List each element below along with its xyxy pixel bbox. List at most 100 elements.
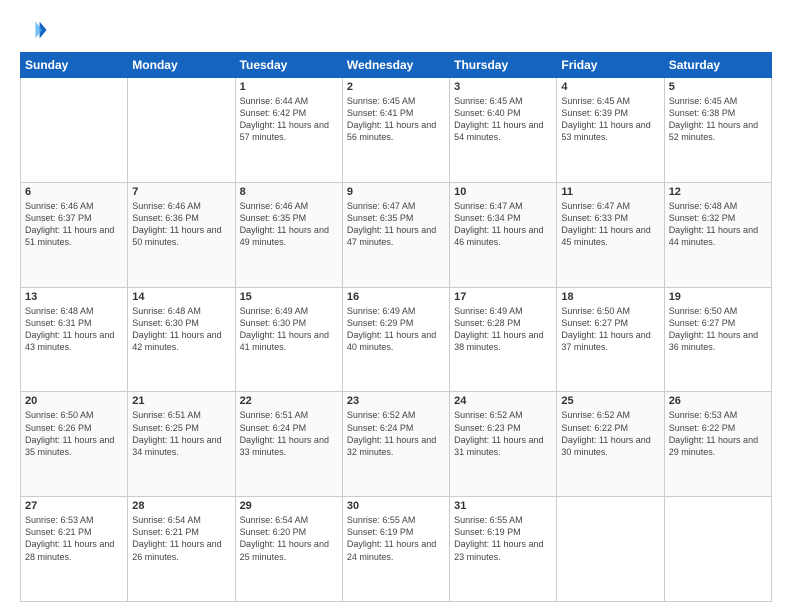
day-number: 21	[132, 395, 230, 407]
calendar-cell: 25 Sunrise: 6:52 AM Sunset: 6:22 PM Dayli…	[557, 392, 664, 497]
day-info: Sunrise: 6:46 AM Sunset: 6:37 PM Dayligh…	[25, 200, 123, 249]
weekday-header-row: SundayMondayTuesdayWednesdayThursdayFrid…	[21, 53, 772, 78]
calendar-cell	[557, 497, 664, 602]
day-info: Sunrise: 6:46 AM Sunset: 6:36 PM Dayligh…	[132, 200, 230, 249]
day-info: Sunrise: 6:54 AM Sunset: 6:21 PM Dayligh…	[132, 514, 230, 563]
day-info: Sunrise: 6:48 AM Sunset: 6:31 PM Dayligh…	[25, 305, 123, 354]
day-number: 18	[561, 291, 659, 303]
day-info: Sunrise: 6:53 AM Sunset: 6:21 PM Dayligh…	[25, 514, 123, 563]
day-info: Sunrise: 6:45 AM Sunset: 6:38 PM Dayligh…	[669, 95, 767, 144]
week-row-3: 13Sunrise: 6:48 AM Sunset: 6:31 PM Dayli…	[21, 287, 772, 392]
day-info: Sunrise: 6:50 AM Sunset: 6:27 PM Dayligh…	[669, 305, 767, 354]
calendar-table: SundayMondayTuesdayWednesdayThursdayFrid…	[20, 52, 772, 602]
calendar-cell: 8 Sunrise: 6:46 AM Sunset: 6:35 PM Daylig…	[235, 182, 342, 287]
calendar-cell: 22 Sunrise: 6:51 AM Sunset: 6:24 PM Dayli…	[235, 392, 342, 497]
day-info: Sunrise: 6:49 AM Sunset: 6:29 PM Dayligh…	[347, 305, 445, 354]
day-info: Sunrise: 6:45 AM Sunset: 6:39 PM Dayligh…	[561, 95, 659, 144]
calendar-cell: 18 Sunrise: 6:50 AM Sunset: 6:27 PM Dayli…	[557, 287, 664, 392]
calendar-cell: 14Sunrise: 6:48 AM Sunset: 6:30 PM Dayli…	[128, 287, 235, 392]
calendar-cell: 4 Sunrise: 6:45 AM Sunset: 6:39 PM Daylig…	[557, 78, 664, 183]
day-info: Sunrise: 6:47 AM Sunset: 6:34 PM Dayligh…	[454, 200, 552, 249]
day-number: 22	[240, 395, 338, 407]
day-info: Sunrise: 6:49 AM Sunset: 6:30 PM Dayligh…	[240, 305, 338, 354]
day-info: Sunrise: 6:51 AM Sunset: 6:24 PM Dayligh…	[240, 409, 338, 458]
day-number: 26	[669, 395, 767, 407]
day-info: Sunrise: 6:52 AM Sunset: 6:24 PM Dayligh…	[347, 409, 445, 458]
day-info: Sunrise: 6:55 AM Sunset: 6:19 PM Dayligh…	[347, 514, 445, 563]
calendar-cell	[664, 497, 771, 602]
calendar-cell: 6 Sunrise: 6:46 AM Sunset: 6:37 PM Daylig…	[21, 182, 128, 287]
header	[20, 16, 772, 44]
calendar-cell: 21 Sunrise: 6:51 AM Sunset: 6:25 PM Dayli…	[128, 392, 235, 497]
calendar-cell: 1 Sunrise: 6:44 AM Sunset: 6:42 PM Daylig…	[235, 78, 342, 183]
calendar-cell: 10 Sunrise: 6:47 AM Sunset: 6:34 PM Dayli…	[450, 182, 557, 287]
day-number: 31	[454, 500, 552, 512]
day-number: 30	[347, 500, 445, 512]
day-number: 1	[240, 81, 338, 93]
calendar-cell	[21, 78, 128, 183]
week-row-5: 27 Sunrise: 6:53 AM Sunset: 6:21 PM Dayli…	[21, 497, 772, 602]
week-row-1: 1 Sunrise: 6:44 AM Sunset: 6:42 PM Daylig…	[21, 78, 772, 183]
calendar-cell: 19 Sunrise: 6:50 AM Sunset: 6:27 PM Dayli…	[664, 287, 771, 392]
day-info: Sunrise: 6:46 AM Sunset: 6:35 PM Dayligh…	[240, 200, 338, 249]
day-number: 25	[561, 395, 659, 407]
weekday-header-saturday: Saturday	[664, 53, 771, 78]
day-number: 10	[454, 186, 552, 198]
day-number: 9	[347, 186, 445, 198]
day-number: 11	[561, 186, 659, 198]
day-info: Sunrise: 6:47 AM Sunset: 6:33 PM Dayligh…	[561, 200, 659, 249]
day-info: Sunrise: 6:45 AM Sunset: 6:40 PM Dayligh…	[454, 95, 552, 144]
logo-icon	[20, 16, 48, 44]
week-row-4: 20Sunrise: 6:50 AM Sunset: 6:26 PM Dayli…	[21, 392, 772, 497]
day-info: Sunrise: 6:51 AM Sunset: 6:25 PM Dayligh…	[132, 409, 230, 458]
calendar-cell: 30 Sunrise: 6:55 AM Sunset: 6:19 PM Dayli…	[342, 497, 449, 602]
day-info: Sunrise: 6:44 AM Sunset: 6:42 PM Dayligh…	[240, 95, 338, 144]
day-info: Sunrise: 6:48 AM Sunset: 6:32 PM Dayligh…	[669, 200, 767, 249]
day-info: Sunrise: 6:50 AM Sunset: 6:27 PM Dayligh…	[561, 305, 659, 354]
day-info: Sunrise: 6:49 AM Sunset: 6:28 PM Dayligh…	[454, 305, 552, 354]
weekday-header-friday: Friday	[557, 53, 664, 78]
day-number: 12	[669, 186, 767, 198]
calendar-cell: 7 Sunrise: 6:46 AM Sunset: 6:36 PM Daylig…	[128, 182, 235, 287]
calendar-cell: 27 Sunrise: 6:53 AM Sunset: 6:21 PM Dayli…	[21, 497, 128, 602]
calendar-cell: 9Sunrise: 6:47 AM Sunset: 6:35 PM Daylig…	[342, 182, 449, 287]
day-number: 16	[347, 291, 445, 303]
week-row-2: 6 Sunrise: 6:46 AM Sunset: 6:37 PM Daylig…	[21, 182, 772, 287]
day-number: 14	[132, 291, 230, 303]
day-number: 17	[454, 291, 552, 303]
calendar-cell: 13Sunrise: 6:48 AM Sunset: 6:31 PM Dayli…	[21, 287, 128, 392]
calendar-cell: 12 Sunrise: 6:48 AM Sunset: 6:32 PM Dayli…	[664, 182, 771, 287]
day-number: 6	[25, 186, 123, 198]
calendar-cell: 26 Sunrise: 6:53 AM Sunset: 6:22 PM Dayli…	[664, 392, 771, 497]
day-info: Sunrise: 6:45 AM Sunset: 6:41 PM Dayligh…	[347, 95, 445, 144]
calendar-cell	[128, 78, 235, 183]
day-number: 2	[347, 81, 445, 93]
day-number: 27	[25, 500, 123, 512]
day-number: 4	[561, 81, 659, 93]
day-info: Sunrise: 6:52 AM Sunset: 6:22 PM Dayligh…	[561, 409, 659, 458]
day-number: 19	[669, 291, 767, 303]
calendar-cell: 24Sunrise: 6:52 AM Sunset: 6:23 PM Dayli…	[450, 392, 557, 497]
day-number: 20	[25, 395, 123, 407]
weekday-header-tuesday: Tuesday	[235, 53, 342, 78]
calendar-cell: 5 Sunrise: 6:45 AM Sunset: 6:38 PM Daylig…	[664, 78, 771, 183]
day-number: 24	[454, 395, 552, 407]
day-info: Sunrise: 6:53 AM Sunset: 6:22 PM Dayligh…	[669, 409, 767, 458]
calendar-cell: 2 Sunrise: 6:45 AM Sunset: 6:41 PM Daylig…	[342, 78, 449, 183]
day-number: 5	[669, 81, 767, 93]
day-info: Sunrise: 6:55 AM Sunset: 6:19 PM Dayligh…	[454, 514, 552, 563]
day-number: 29	[240, 500, 338, 512]
calendar-cell: 16 Sunrise: 6:49 AM Sunset: 6:29 PM Dayli…	[342, 287, 449, 392]
day-info: Sunrise: 6:54 AM Sunset: 6:20 PM Dayligh…	[240, 514, 338, 563]
day-number: 7	[132, 186, 230, 198]
weekday-header-wednesday: Wednesday	[342, 53, 449, 78]
calendar-cell: 28Sunrise: 6:54 AM Sunset: 6:21 PM Dayli…	[128, 497, 235, 602]
logo	[20, 16, 52, 44]
weekday-header-sunday: Sunday	[21, 53, 128, 78]
calendar-cell: 29 Sunrise: 6:54 AM Sunset: 6:20 PM Dayli…	[235, 497, 342, 602]
day-number: 15	[240, 291, 338, 303]
calendar-cell: 23Sunrise: 6:52 AM Sunset: 6:24 PM Dayli…	[342, 392, 449, 497]
calendar-cell: 20Sunrise: 6:50 AM Sunset: 6:26 PM Dayli…	[21, 392, 128, 497]
calendar-cell: 11 Sunrise: 6:47 AM Sunset: 6:33 PM Dayli…	[557, 182, 664, 287]
day-number: 8	[240, 186, 338, 198]
